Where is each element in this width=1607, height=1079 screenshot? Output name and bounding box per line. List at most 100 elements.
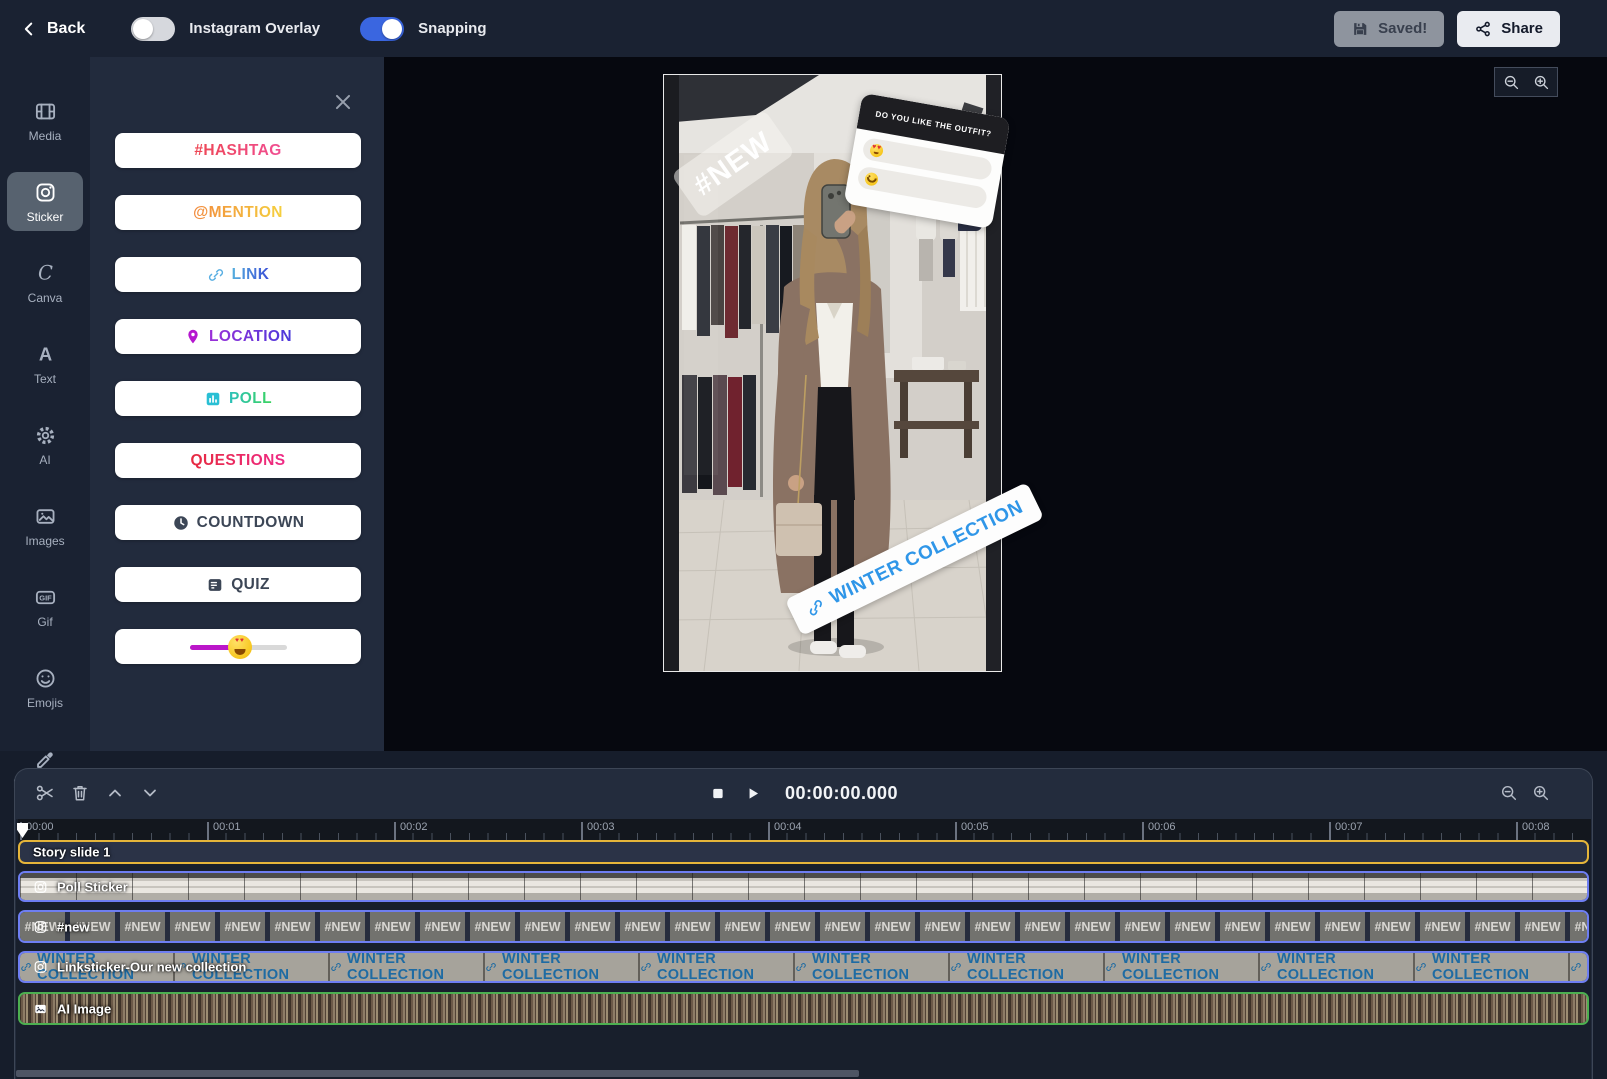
back-label: Back [47, 20, 85, 38]
close-panel-button[interactable] [332, 91, 354, 113]
countdown-sticker-button[interactable]: COUNTDOWN [115, 505, 361, 540]
poll-button-label: POLL [229, 390, 272, 408]
new-hashtag-tile: #NEW [1220, 912, 1265, 941]
questions-sticker-button[interactable]: QUESTIONS [115, 443, 361, 478]
new-hashtag-tile: #NEW [770, 912, 815, 941]
gif-icon: GIF [34, 586, 57, 609]
ruler-label: 00:07 [1335, 821, 1363, 833]
new-hashtag-tile: #NEW [970, 912, 1015, 941]
quiz-icon [206, 576, 224, 594]
canvas-zoom-controls [1494, 67, 1558, 97]
sidebar-item-gif[interactable]: GIFGif [7, 577, 83, 636]
play-icon[interactable] [744, 785, 761, 802]
mention-sticker-button[interactable]: @MENTION [115, 195, 361, 230]
snapping-toggle[interactable] [360, 17, 404, 41]
share-button[interactable]: Share [1457, 11, 1560, 47]
new-hashtag-tile: #NEW [820, 912, 865, 941]
pin-icon [184, 328, 202, 346]
back-chevron-icon [20, 20, 38, 38]
timeline-zoom-out-icon[interactable] [1500, 784, 1518, 802]
sidebar-item-ai[interactable]: AI [7, 415, 83, 474]
time-display: 00:00:00.000 [785, 783, 898, 804]
track-tiles [20, 994, 1587, 1023]
track-poll-sticker[interactable]: Poll Sticker [18, 871, 1589, 902]
track-label: Linksticker-Our new collection [33, 960, 246, 975]
svg-text:C: C [38, 262, 53, 284]
sidebar-item-media[interactable]: Media [7, 91, 83, 150]
timeline-zoom-in-icon[interactable] [1532, 784, 1550, 802]
pin-icon [184, 328, 202, 346]
sidebar-item-sticker[interactable]: Sticker [7, 172, 83, 231]
share-label: Share [1501, 20, 1543, 37]
ruler-major-tick [1142, 822, 1144, 840]
sidebar-item-emojis[interactable]: Emojis [7, 658, 83, 717]
new-hashtag-tile: #NEW [670, 912, 715, 941]
track-link-sticker[interactable]: WINTER COLLECTION WINTER COLLECTION WINTER… [18, 951, 1589, 983]
new-hashtag-tile: #NEW [1370, 912, 1415, 941]
new-hashtag-tile: #NEW [1270, 912, 1315, 941]
zoom-in-icon[interactable] [1533, 74, 1550, 91]
svg-text:A: A [38, 343, 51, 364]
link-icon [950, 960, 962, 974]
track-label: AI Image [33, 1001, 111, 1016]
hashtag-button-label: #HASHTAG [194, 142, 281, 160]
link-sticker-tile: WINTER COLLECTION [330, 953, 485, 981]
ruler-label: 00:06 [1148, 821, 1176, 833]
new-hashtag-tile: #NEW [720, 912, 765, 941]
toggle-knob [382, 19, 402, 39]
image-icon [33, 1001, 48, 1016]
instagram-overlay-toggle[interactable] [131, 17, 175, 41]
ruler-label: 00:03 [587, 821, 615, 833]
trash-icon[interactable] [70, 783, 90, 803]
location-sticker-button[interactable]: LOCATION [115, 319, 361, 354]
poll-icon [204, 390, 222, 408]
link-button-label: LINK [232, 266, 270, 284]
poll-icon [204, 390, 222, 408]
sidebar-item-images[interactable]: Images [7, 496, 83, 555]
link-icon [1570, 960, 1582, 974]
link-icon [803, 595, 828, 620]
new-hashtag-tile: #NEW [920, 912, 965, 941]
canva-icon: C [34, 262, 57, 285]
ruler-label: 00:04 [774, 821, 802, 833]
emoji-slider[interactable] [190, 635, 287, 659]
instagram-overlay-label: Instagram Overlay [189, 20, 320, 37]
link-sticker-button[interactable]: LINK [115, 257, 361, 292]
stop-icon[interactable] [709, 785, 726, 802]
ruler-major-tick [1329, 822, 1331, 840]
quiz-sticker-button[interactable]: QUIZ [115, 567, 361, 602]
link-icon [20, 960, 32, 974]
new-hashtag-tile: #NEW [220, 912, 265, 941]
link-sticker-tile: WINTER COLLECTION [640, 953, 795, 981]
hashtag-sticker-button[interactable]: #HASHTAG [115, 133, 361, 168]
share-icon [1474, 20, 1492, 38]
sidebar-item-label: Emojis [27, 696, 63, 710]
left-sidebar: Media Sticker CCanva AText AI Images GIFGif Emo… [0, 57, 90, 751]
heart-eyes-emoji-thumb[interactable] [228, 635, 252, 659]
horizontal-scrollbar[interactable] [16, 1070, 859, 1077]
move-layer-down-icon[interactable] [140, 783, 160, 803]
emoji-slider-sticker-button[interactable] [115, 629, 361, 664]
new-hashtag-tile: #NEW [620, 912, 665, 941]
link-sticker-tile: WINTER COLLECTION [1415, 953, 1570, 981]
back-button[interactable]: Back [20, 20, 85, 38]
timeline-ruler[interactable]: 00:0000:0100:0200:0300:0400:0500:0600:07… [18, 819, 1591, 840]
track-story[interactable]: Story slide 1 [18, 840, 1589, 864]
sidebar-item-text[interactable]: AText [7, 334, 83, 393]
editor-canvas[interactable]: #NEW DO YOU LIKE THE OUTFIT? WINTER COLL… [384, 57, 1607, 751]
sidebar-item-canva[interactable]: CCanva [7, 253, 83, 312]
track-ai-image[interactable]: AI Image [18, 992, 1589, 1025]
saved-button[interactable]: Saved! [1334, 11, 1444, 47]
track-new-hashtag[interactable]: #NEW#NEW#NEW#NEW#NEW#NEW#NEW#NEW#NEW#NEW… [18, 910, 1589, 943]
zoom-out-icon[interactable] [1503, 74, 1520, 91]
link-icon [207, 266, 225, 284]
poll-sticker-button[interactable]: POLL [115, 381, 361, 416]
track-label: #new [33, 919, 90, 934]
move-layer-up-icon[interactable] [105, 783, 125, 803]
new-hashtag-tile: #NEW [1570, 912, 1589, 941]
new-hashtag-tile: #NEW [170, 912, 215, 941]
smile-emoji [864, 171, 879, 186]
sidebar-item-label: Media [29, 129, 62, 143]
cut-icon[interactable] [35, 783, 55, 803]
track-list: Story slide 1Poll Sticker#NEW#NEW#NEW#NE… [18, 840, 1589, 1025]
